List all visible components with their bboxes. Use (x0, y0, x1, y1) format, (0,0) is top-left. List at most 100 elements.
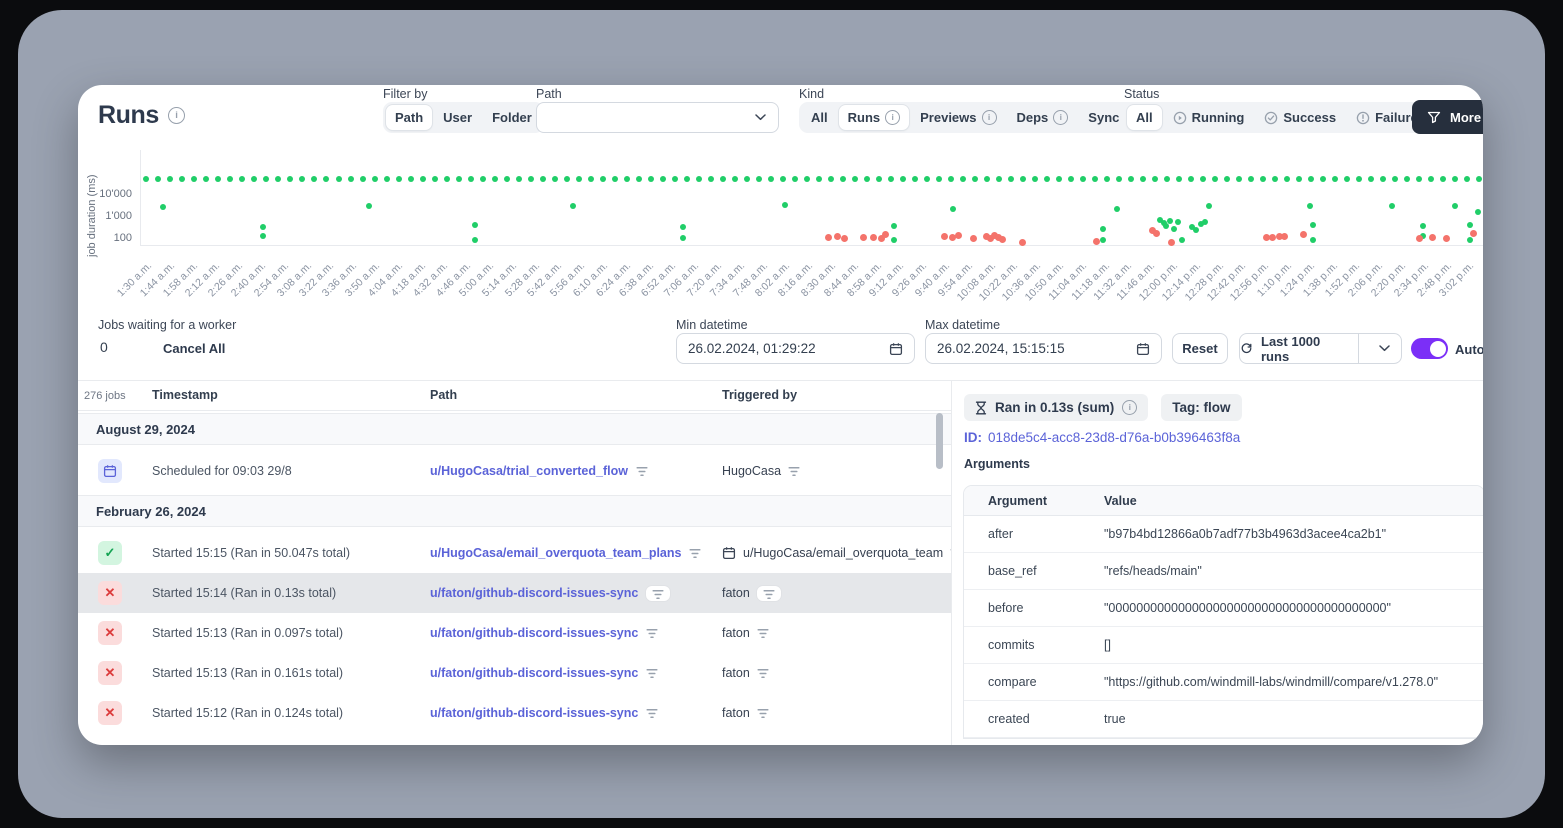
scatter-point[interactable] (160, 204, 166, 210)
status-running-button[interactable]: Running (1164, 105, 1254, 130)
scatter-point[interactable] (143, 176, 149, 182)
scatter-point[interactable] (480, 176, 486, 182)
scatter-point[interactable] (768, 176, 774, 182)
scatter-point[interactable] (155, 176, 161, 182)
scatter-point[interactable] (1443, 235, 1450, 242)
scatter-point[interactable] (1193, 227, 1199, 233)
scatter-point[interactable] (972, 176, 978, 182)
scatter-point[interactable] (260, 233, 266, 239)
argument-row[interactable]: createdtrue (964, 701, 1483, 738)
scatter-point[interactable] (540, 176, 546, 182)
scatter-point[interactable] (708, 176, 714, 182)
cancel-all-button[interactable]: Cancel All (163, 341, 225, 356)
info-icon[interactable]: i (168, 107, 185, 124)
scatter-point[interactable] (684, 176, 690, 182)
scatter-point[interactable] (732, 176, 738, 182)
scatter-point[interactable] (348, 176, 354, 182)
scatter-point[interactable] (941, 233, 948, 240)
scatter-point[interactable] (1307, 203, 1313, 209)
scatter-point[interactable] (366, 203, 372, 209)
scatter-point[interactable] (1269, 234, 1276, 241)
scatter-point[interactable] (504, 176, 510, 182)
scatter-point[interactable] (696, 176, 702, 182)
argument-row[interactable]: before"000000000000000000000000000000000… (964, 590, 1483, 627)
filter-by-path-icon[interactable] (646, 668, 658, 679)
scatter-point[interactable] (1116, 176, 1122, 182)
scatter-point[interactable] (1176, 176, 1182, 182)
scatter-point[interactable] (1140, 176, 1146, 182)
scatter-point[interactable] (1092, 176, 1098, 182)
scatter-point[interactable] (215, 176, 221, 182)
status-success-button[interactable]: Success (1255, 105, 1345, 130)
job-path-link[interactable]: u/faton/github-discord-issues-sync (430, 706, 638, 720)
scatter-point[interactable] (924, 176, 930, 182)
scatter-point[interactable] (472, 237, 478, 243)
scatter-point[interactable] (1452, 203, 1458, 209)
scatter-point[interactable] (1452, 176, 1458, 182)
scatter-point[interactable] (1044, 176, 1050, 182)
scatter-point[interactable] (1168, 239, 1175, 246)
filterby-folder-button[interactable]: Folder (483, 105, 541, 130)
kind-deps-button[interactable]: Depsi (1008, 105, 1078, 130)
scatter-point[interactable] (834, 233, 841, 240)
scatter-point[interactable] (864, 176, 870, 182)
scatter-point[interactable] (612, 176, 618, 182)
kind-all-button[interactable]: All (802, 105, 837, 130)
scatter-point[interactable] (1114, 206, 1120, 212)
scatter-point[interactable] (840, 176, 846, 182)
scatter-point[interactable] (624, 176, 630, 182)
run-id-value[interactable]: 018de5c4-acc8-23d8-d76a-b0b396463f8a (988, 430, 1240, 445)
scatter-point[interactable] (372, 176, 378, 182)
scatter-point[interactable] (420, 176, 426, 182)
scatter-point[interactable] (970, 235, 977, 242)
scatter-point[interactable] (782, 202, 788, 208)
filterby-path-button[interactable]: Path (386, 105, 432, 130)
scatter-point[interactable] (1100, 226, 1106, 232)
scatter-point[interactable] (492, 176, 498, 182)
calendar-icon[interactable] (889, 342, 903, 356)
filter-by-user-icon[interactable] (757, 708, 769, 719)
job-path-link[interactable]: u/faton/github-discord-issues-sync (430, 626, 638, 640)
scatter-point[interactable] (1284, 176, 1290, 182)
filter-by-user-icon[interactable] (757, 628, 769, 639)
argument-row[interactable]: after"b97b4bd12866a0b7adf77b3b4963d3acee… (964, 516, 1483, 553)
scatter-point[interactable] (432, 176, 438, 182)
scatter-point[interactable] (564, 176, 570, 182)
job-row[interactable]: ✕Started 15:13 (Ran in 0.097s total)u/fa… (78, 613, 951, 653)
scatter-point[interactable] (1020, 176, 1026, 182)
runs-duration-chart[interactable] (140, 150, 1483, 246)
scatter-point[interactable] (1200, 176, 1206, 182)
scatter-point[interactable] (1152, 176, 1158, 182)
scatter-point[interactable] (408, 176, 414, 182)
job-path-link[interactable]: u/HugoCasa/trial_converted_flow (430, 464, 628, 478)
job-path-link[interactable]: u/faton/github-discord-issues-sync (430, 586, 638, 600)
argument-row[interactable]: base_ref"refs/heads/main" (964, 553, 1483, 590)
scatter-point[interactable] (360, 176, 366, 182)
job-row[interactable]: ✕Started 15:14 (Ran in 0.13s total)u/fat… (78, 573, 951, 613)
scatter-point[interactable] (1429, 234, 1436, 241)
scatter-point[interactable] (1310, 222, 1316, 228)
scatter-point[interactable] (1206, 203, 1212, 209)
scatter-point[interactable] (1100, 237, 1106, 243)
job-path-link[interactable]: u/faton/github-discord-issues-sync (430, 666, 638, 680)
scatter-point[interactable] (756, 176, 762, 182)
scatter-point[interactable] (444, 176, 450, 182)
job-row[interactable]: Scheduled for 09:03 29/8u/HugoCasa/trial… (78, 451, 951, 491)
kind-runs-button[interactable]: Runsi (839, 105, 910, 130)
scatter-point[interactable] (179, 176, 185, 182)
scatter-point[interactable] (1093, 238, 1100, 245)
scatter-point[interactable] (336, 176, 342, 182)
scatter-point[interactable] (1420, 223, 1426, 229)
scatter-point[interactable] (744, 176, 750, 182)
scatter-point[interactable] (1380, 176, 1386, 182)
scatter-point[interactable] (891, 237, 897, 243)
scatter-point[interactable] (720, 176, 726, 182)
scatter-point[interactable] (167, 176, 173, 182)
scatter-point[interactable] (472, 222, 478, 228)
scatter-point[interactable] (852, 176, 858, 182)
more-filters-button[interactable]: More f (1412, 100, 1483, 134)
filter-by-user-icon[interactable] (788, 466, 800, 477)
scatter-point[interactable] (396, 176, 402, 182)
scatter-point[interactable] (260, 224, 266, 230)
scatter-point[interactable] (456, 176, 462, 182)
